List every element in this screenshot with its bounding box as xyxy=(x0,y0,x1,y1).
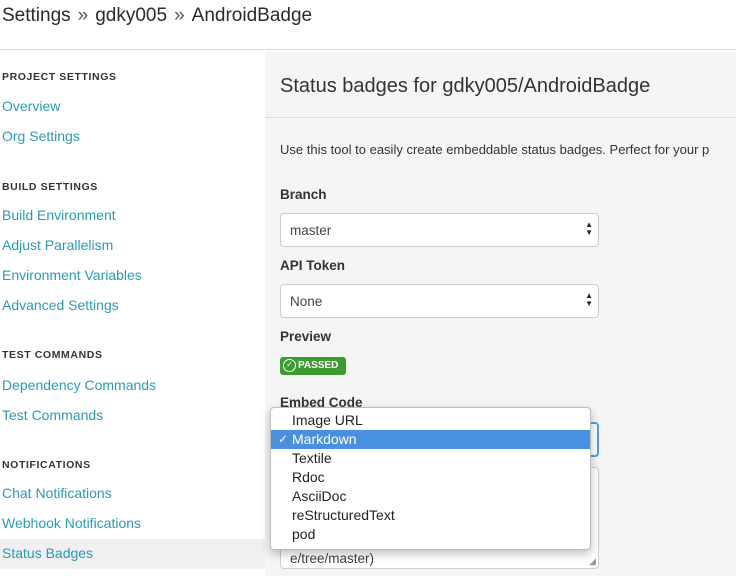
title-divider xyxy=(265,117,736,118)
sidebar-item-adjust-parallelism[interactable]: Adjust Parallelism xyxy=(2,237,113,253)
settings-sidebar: PROJECT SETTINGS Overview Org Settings B… xyxy=(0,51,265,576)
preview-label: Preview xyxy=(280,329,332,344)
section-title-notifications: NOTIFICATIONS xyxy=(2,459,91,471)
resize-grip-icon[interactable]: ◢ xyxy=(589,556,596,567)
sidebar-item-webhook-notifications[interactable]: Webhook Notifications xyxy=(2,515,141,531)
page-description: Use this tool to easily create embeddabl… xyxy=(280,142,710,157)
api-token-label: API Token xyxy=(280,258,346,273)
sidebar-item-environment-variables[interactable]: Environment Variables xyxy=(2,267,142,283)
select-arrows-icon: ▲▼ xyxy=(585,291,593,308)
select-arrows-icon: ▲▼ xyxy=(585,220,593,237)
api-token-value: None xyxy=(290,294,323,309)
option-rdoc[interactable]: Rdoc xyxy=(271,468,590,487)
breadcrumb: Settings » gdky005 » AndroidBadge xyxy=(2,5,312,27)
sidebar-item-dependency-commands[interactable]: Dependency Commands xyxy=(2,377,156,393)
section-title-project-settings: PROJECT SETTINGS xyxy=(2,71,117,83)
breadcrumb-separator: » xyxy=(77,5,89,26)
branch-select[interactable]: master ▲ ▼ xyxy=(280,213,599,247)
sidebar-item-advanced-settings[interactable]: Advanced Settings xyxy=(2,297,119,313)
api-token-select[interactable]: None ▲ ▼ xyxy=(280,284,599,318)
badge-text: PASSED xyxy=(298,360,339,372)
embed-code-text: e/tree/master) xyxy=(290,551,375,566)
embed-format-dropdown: Image URL ✓ Markdown Textile Rdoc AsciiDo… xyxy=(270,407,591,550)
breadcrumb-separator: » xyxy=(174,5,185,26)
branch-value: master xyxy=(290,223,332,238)
checkmark-icon: ✓ xyxy=(278,432,289,446)
sidebar-item-status-badges[interactable]: Status Badges xyxy=(2,545,93,561)
option-pod[interactable]: pod xyxy=(271,525,590,544)
sidebar-item-org-settings[interactable]: Org Settings xyxy=(2,128,80,144)
section-title-build-settings: BUILD SETTINGS xyxy=(2,181,98,193)
check-circle-icon: ✓ xyxy=(283,359,296,372)
branch-label: Branch xyxy=(280,187,327,202)
sidebar-item-test-commands[interactable]: Test Commands xyxy=(2,407,103,423)
option-image-url[interactable]: Image URL xyxy=(271,411,590,430)
option-restructuredtext[interactable]: reStructuredText xyxy=(271,506,590,525)
sidebar-item-overview[interactable]: Overview xyxy=(2,98,60,114)
option-markdown[interactable]: ✓ Markdown xyxy=(271,430,590,449)
sidebar-item-chat-notifications[interactable]: Chat Notifications xyxy=(2,485,112,501)
option-textile[interactable]: Textile xyxy=(271,449,590,468)
top-bar: Settings » gdky005 » AndroidBadge xyxy=(0,0,736,50)
page-title: Status badges for gdky005/AndroidBadge xyxy=(280,75,651,97)
breadcrumb-settings[interactable]: Settings xyxy=(2,5,71,26)
option-markdown-label: Markdown xyxy=(292,431,357,447)
status-badge: ✓ PASSED xyxy=(280,357,346,375)
option-asciidoc[interactable]: AsciiDoc xyxy=(271,487,590,506)
breadcrumb-project[interactable]: AndroidBadge xyxy=(192,5,312,26)
breadcrumb-org[interactable]: gdky005 xyxy=(95,5,167,26)
sidebar-item-build-environment[interactable]: Build Environment xyxy=(2,207,116,223)
section-title-test-commands: TEST COMMANDS xyxy=(2,349,103,361)
